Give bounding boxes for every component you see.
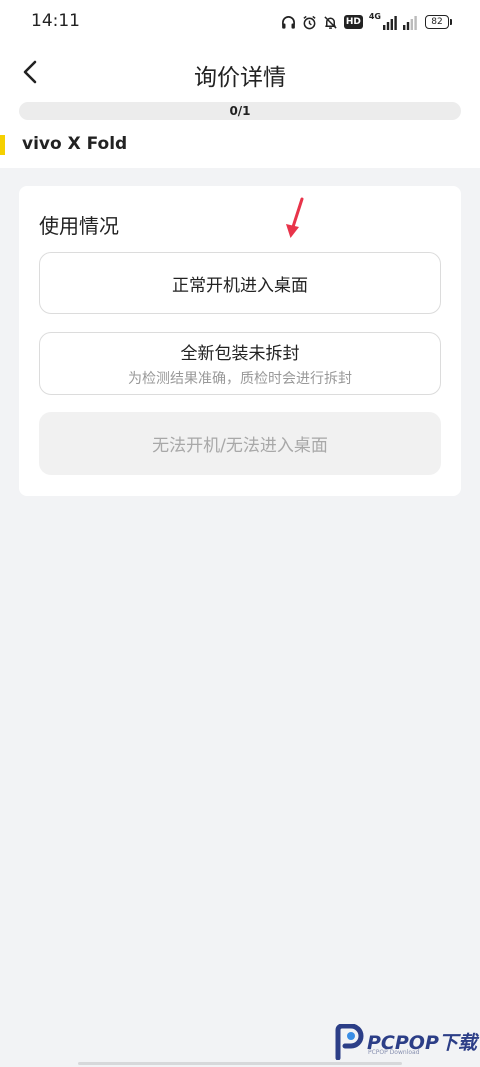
usage-card: 使用情况 正常开机进入桌面 全新包装未拆封 为检测结果准确，质检时会进行拆封 无… [19, 186, 461, 496]
page-title: 询价详情 [194, 65, 286, 91]
model-marker [0, 135, 5, 155]
option-cannot-boot[interactable]: 无法开机/无法进入桌面 [39, 412, 441, 475]
battery-icon: 82 [425, 15, 452, 29]
status-icons: HD 4G 82 [281, 12, 452, 32]
network-type: 4G [368, 12, 381, 21]
hd-badge: HD [343, 15, 363, 29]
progress-text: 0/1 [229, 104, 251, 118]
alarm-icon [303, 15, 316, 29]
watermark-sub: PCPOP Download [368, 1049, 420, 1056]
option-label: 全新包装未拆封 [180, 344, 300, 364]
pcpop-logo-icon [335, 1024, 364, 1060]
model-name: vivo X Fold [22, 134, 128, 154]
signal-icon-2 [403, 15, 417, 30]
annotation-arrow-icon [286, 197, 304, 238]
option-sublabel: 为检测结果准确，质检时会进行拆封 [128, 371, 352, 387]
status-bar: 14:11 HD 4G 82 [0, 0, 480, 44]
option-normal-boot[interactable]: 正常开机进入桌面 [39, 252, 441, 314]
option-label: 无法开机/无法进入桌面 [152, 436, 328, 456]
bell-muted-icon [324, 15, 337, 29]
status-time: 14:11 [31, 11, 80, 31]
signal-icon-1 [383, 15, 397, 30]
nav-bar: 询价详情 [0, 44, 480, 102]
progress-bar: 0/1 [19, 102, 461, 120]
battery-level: 82 [431, 17, 443, 27]
option-new-sealed[interactable]: 全新包装未拆封 为检测结果准确，质检时会进行拆封 [39, 332, 441, 395]
usage-title: 使用情况 [39, 214, 119, 238]
home-indicator [78, 1062, 402, 1065]
option-label: 正常开机进入桌面 [172, 275, 308, 296]
watermark: PCPOP下载 PCPOP Download [330, 1022, 480, 1062]
progress-section: 0/1 vivo X Fold [0, 102, 480, 168]
headphones-icon [281, 15, 295, 29]
